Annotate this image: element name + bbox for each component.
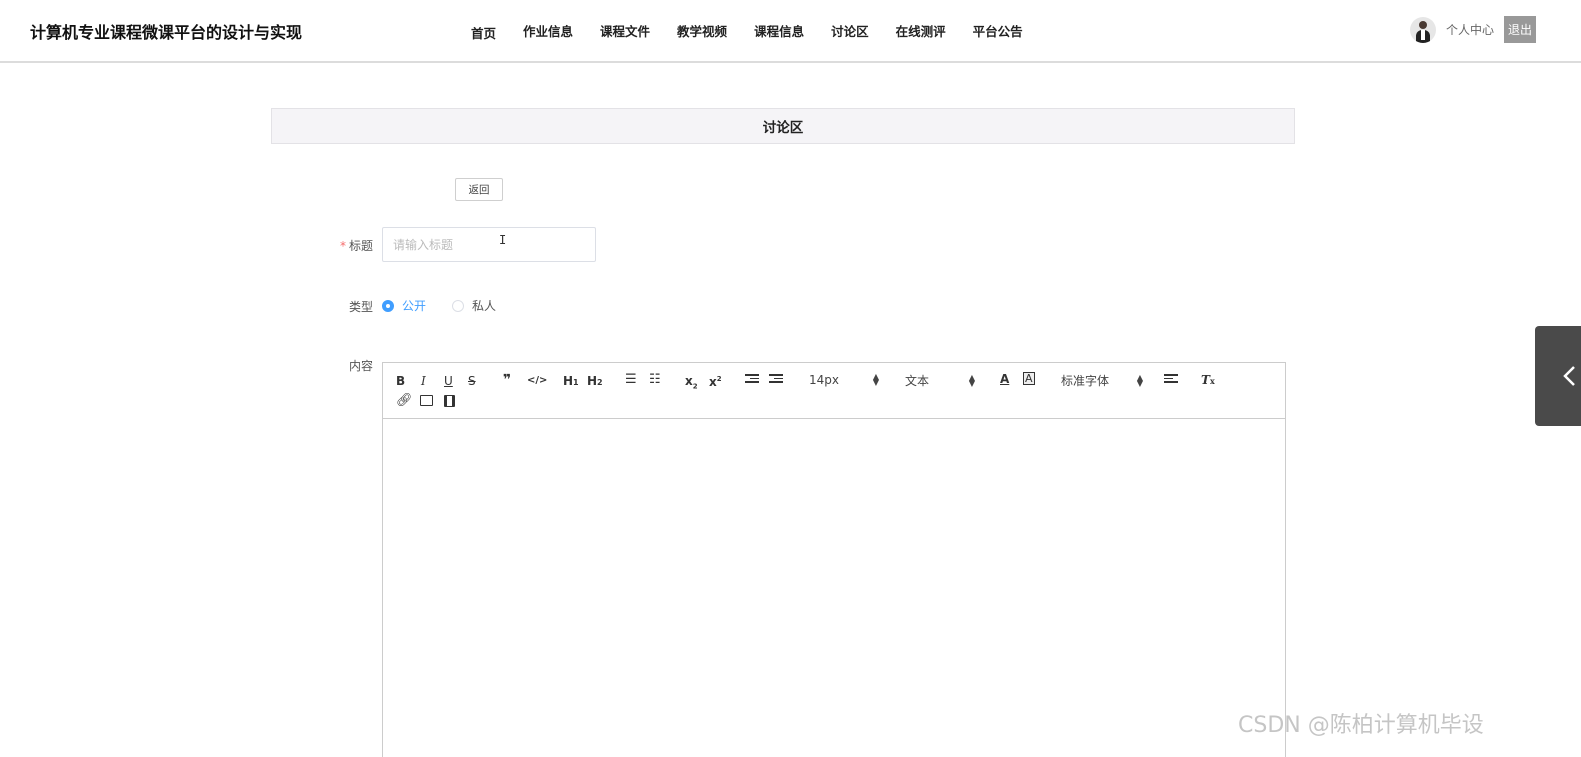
- radio-public-label: 公开: [402, 299, 427, 313]
- link-icon[interactable]: 🔗︎: [396, 393, 413, 409]
- italic-icon[interactable]: I: [421, 373, 426, 389]
- radio-public[interactable]: 公开: [382, 297, 426, 314]
- avatar[interactable]: [1409, 16, 1436, 43]
- section-header: 讨论区: [271, 108, 1295, 144]
- content-label: 内容: [349, 359, 374, 373]
- bold-icon[interactable]: B: [396, 373, 405, 389]
- avatar-shirt-shape: [1420, 29, 1425, 40]
- chevron-left-icon: [1563, 366, 1575, 386]
- heading-1-icon[interactable]: H1: [563, 373, 579, 391]
- clear-format-icon[interactable]: Tx: [1201, 372, 1215, 389]
- required-mark: *: [340, 239, 346, 253]
- type-label: 类型: [349, 300, 374, 314]
- strikethrough-icon[interactable]: S: [468, 373, 476, 389]
- nav-item-online-test[interactable]: 在线测评: [896, 21, 946, 40]
- nav-item-home[interactable]: 首页: [471, 20, 496, 42]
- blockquote-icon[interactable]: ❞: [503, 372, 511, 388]
- main-nav: 首页 作业信息 课程文件 教学视频 课程信息 讨论区 在线测评 平台公告: [463, 0, 1050, 61]
- nav-item-announcements[interactable]: 平台公告: [973, 21, 1023, 40]
- title-input[interactable]: [382, 227, 596, 262]
- select-arrows-icon: ▲ ▼: [968, 372, 975, 388]
- text-color-icon[interactable]: A: [1000, 371, 1009, 387]
- underline-icon[interactable]: U: [444, 373, 453, 389]
- profile-link[interactable]: 个人中心: [1446, 21, 1494, 38]
- logout-button[interactable]: 退出: [1503, 16, 1536, 43]
- select-arrows-icon: ▲ ▼: [872, 372, 879, 387]
- title-label-row: * 标题: [340, 237, 373, 254]
- font-family-select[interactable]: 标准字体 ▲ ▼: [1061, 372, 1143, 389]
- avatar-head-shape: [1418, 20, 1427, 29]
- background-color-icon[interactable]: A: [1023, 372, 1035, 385]
- radio-checked-icon: [382, 299, 394, 312]
- radio-private[interactable]: 私人: [452, 297, 496, 314]
- outdent-icon[interactable]: [745, 374, 759, 383]
- section-title: 讨论区: [762, 120, 804, 136]
- radio-private-label: 私人: [472, 299, 497, 313]
- text-cursor-icon: I: [499, 233, 507, 247]
- nav-item-course-files[interactable]: 课程文件: [600, 21, 650, 40]
- bullet-list-icon[interactable]: ☷: [649, 372, 661, 388]
- font-size-select[interactable]: 14px ▲ ▼: [809, 372, 879, 388]
- watermark: CSDN @陈柏计算机毕设: [1238, 713, 1484, 738]
- user-area: 个人中心 退出: [1409, 16, 1536, 43]
- superscript-icon[interactable]: x2: [709, 371, 722, 390]
- subscript-icon[interactable]: x2: [685, 373, 698, 394]
- nav-item-homework[interactable]: 作业信息: [523, 21, 573, 40]
- nav-item-forum[interactable]: 讨论区: [831, 21, 869, 40]
- side-panel-toggle[interactable]: [1535, 326, 1581, 426]
- indent-icon[interactable]: [769, 374, 783, 383]
- rich-text-editor: B I U S ❞ </> H1 H2 ☰ ☷ x2 x2 14px ▲ ▼ 文本…: [382, 362, 1286, 757]
- font-size-value: 14px: [809, 373, 839, 387]
- site-title: 计算机专业课程微课平台的设计与实现: [30, 23, 303, 42]
- select-arrows-icon: ▲ ▼: [1136, 372, 1143, 388]
- font-family-value: 标准字体: [1061, 374, 1110, 388]
- header-select-value: 文本: [905, 374, 930, 388]
- nav-item-teaching-videos[interactable]: 教学视频: [677, 21, 727, 40]
- back-button[interactable]: 返回: [455, 178, 503, 201]
- editor-toolbar: B I U S ❞ </> H1 H2 ☰ ☷ x2 x2 14px ▲ ▼ 文本…: [383, 363, 1285, 419]
- heading-2-icon[interactable]: H2: [587, 373, 603, 391]
- header-select[interactable]: 文本 ▲ ▼: [905, 372, 975, 389]
- radio-unchecked-icon: [452, 299, 465, 312]
- top-header: 计算机专业课程微课平台的设计与实现 首页 作业信息 课程文件 教学视频 课程信息…: [0, 0, 1581, 63]
- video-icon[interactable]: [444, 395, 455, 407]
- image-icon[interactable]: [420, 395, 433, 406]
- title-label: 标题: [349, 239, 374, 253]
- editor-content-area[interactable]: [383, 419, 1285, 757]
- nav-item-course-info[interactable]: 课程信息: [754, 21, 804, 40]
- ordered-list-icon[interactable]: ☰: [625, 372, 637, 388]
- type-radio-group: 公开 私人: [382, 297, 522, 314]
- align-icon[interactable]: [1164, 374, 1178, 383]
- code-block-icon[interactable]: </>: [527, 373, 547, 389]
